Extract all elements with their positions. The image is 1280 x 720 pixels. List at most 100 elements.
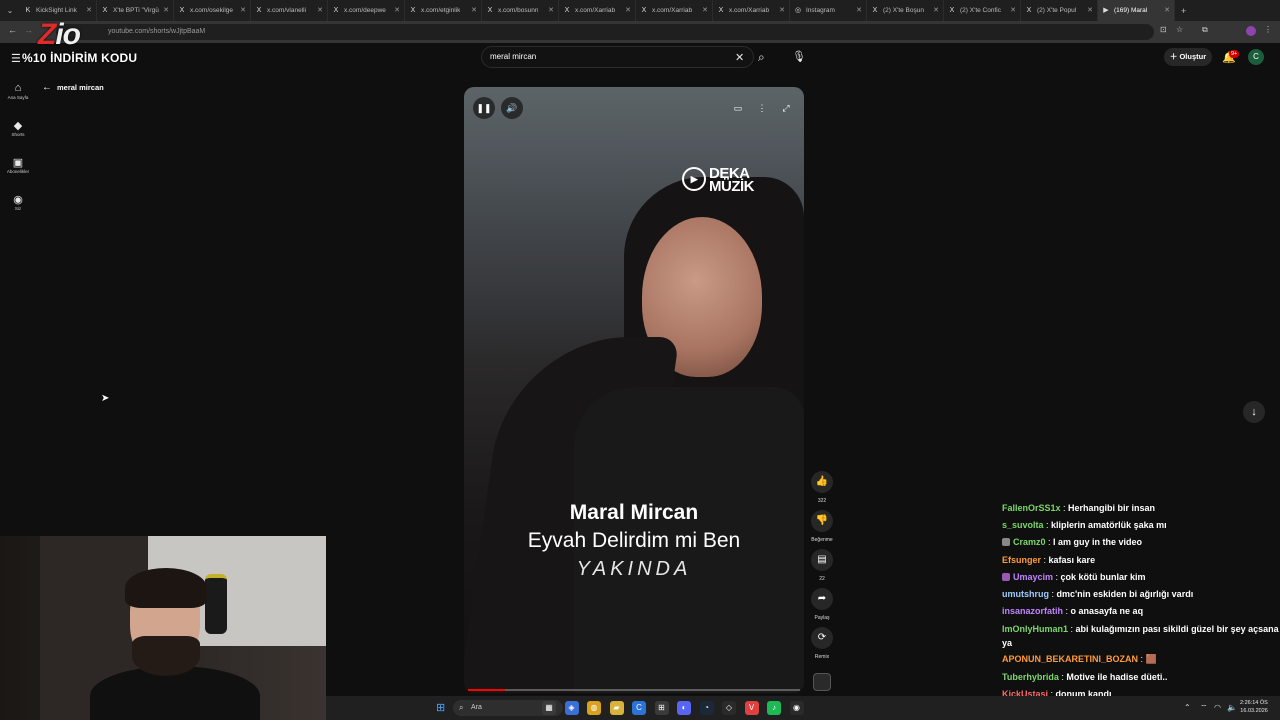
tab-close-icon[interactable]: ✕ [240,6,246,14]
profile-icon[interactable] [1246,26,1256,36]
back-icon[interactable]: ← [8,25,17,35]
chat-username[interactable]: Cramz0 [1013,537,1046,547]
address-bar[interactable]: youtube.com/shorts/wJjtpBaaM [56,24,1154,40]
search-input[interactable]: meral mircan [481,46,754,68]
remix-button[interactable]: ⟳ Remix [809,627,835,660]
chat-text: kliplerin amatörlük şaka mı [1051,520,1167,531]
chat-separator: : [1063,606,1071,617]
rail-item-you[interactable]: ◉ Siz [0,193,36,211]
avatar[interactable]: C [1248,49,1264,65]
chat-username[interactable]: Umaycim [1013,572,1053,582]
grid-icon[interactable]: ⊞ [654,701,669,715]
browser-tab[interactable]: Xx.com/deepwe ✕ [328,0,405,21]
folder-icon[interactable]: ▰ [609,701,624,715]
captions-icon[interactable]: ▭ [727,97,749,119]
next-video-button[interactable]: ↓ [1243,401,1265,423]
chat-username[interactable]: APONUN_BEKARETINI_BOZAN [1002,654,1138,664]
browser-tab[interactable]: ◎ Instagram ✕ [790,0,867,21]
search-icon[interactable]: ⌕ [758,50,765,65]
back-to-search[interactable]: ← meral mircan [42,82,104,93]
tab-close-icon[interactable]: ✕ [394,6,400,14]
extensions-icon[interactable]: ⧉ [1202,25,1208,35]
browser-tab[interactable]: Xx.com/etginlik ✕ [405,0,482,21]
tab-close-icon[interactable]: ✕ [471,6,477,14]
create-button[interactable]: ＋ Oluştur [1164,48,1212,66]
new-tab-icon[interactable]: + [1181,6,1186,16]
share-button[interactable]: ➦ Paylaş [809,588,835,621]
fullscreen-icon[interactable]: ⤢ [775,97,797,119]
rail-item-home[interactable]: ⌂ Ana Sayfa [0,82,36,100]
browser-tab[interactable]: Xx.com/Xarriab ✕ [559,0,636,21]
browser-tab[interactable]: X (2) X'te Confic ✕ [944,0,1021,21]
chat-username[interactable]: FallenOrSS1x [1002,503,1061,513]
steam-icon[interactable]: ◔ [699,701,714,715]
dislike-button[interactable]: 👎 Beğenme [809,510,835,543]
forward-icon[interactable]: → [24,25,33,35]
tab-close-icon[interactable]: ✕ [933,6,939,14]
rail-item-shorts[interactable]: ◆ Shorts [0,119,36,137]
install-icon[interactable]: ⊡ [1160,25,1167,34]
epic-icon[interactable]: ◇ [722,701,736,715]
speaker-icon[interactable]: 🔈 [1227,703,1237,712]
clear-search-icon[interactable]: ✕ [735,51,744,64]
chat-username[interactable]: ImOnlyHuman1 [1002,624,1068,634]
shorts-video-player[interactable]: ❚❚ 🔊 ▭ ⋮ ⤢ ▶ DEKA MÜZİK Maral Mircan Eyv… [464,87,804,693]
spotify-icon[interactable]: ♪ [767,701,781,715]
browser-tab[interactable]: X X'te BPTi "Virgü ✕ [97,0,174,21]
tab-close-icon[interactable]: ✕ [1087,6,1093,14]
chat-username[interactable]: Efsunger [1002,555,1041,565]
comments-button[interactable]: ▤ 22 [809,549,835,582]
microphone-icon[interactable]: 🎙 [792,50,806,63]
tray-chevron-icon[interactable]: ⌃ [1184,703,1191,712]
browser-tab[interactable]: Xx.com/vlanelli ✕ [251,0,328,21]
tab-close-icon[interactable]: ✕ [317,6,323,14]
chat-username[interactable]: umutshrug [1002,589,1049,599]
tab-close-icon[interactable]: ✕ [856,6,862,14]
tab-close-icon[interactable]: ✕ [163,6,169,14]
tab-close-icon[interactable]: ✕ [1164,6,1170,14]
menu-dots-icon[interactable]: ⋮ [1264,25,1272,34]
tab-close-icon[interactable]: ✕ [1010,6,1016,14]
tab-close-icon[interactable]: ✕ [548,6,554,14]
browser-tab[interactable]: Xx.com/osekilge ✕ [174,0,251,21]
chat-username[interactable]: insanazorfatih [1002,606,1063,616]
files-icon[interactable]: ▦ [542,701,556,715]
browser-tab[interactable]: Xx.com/Xarriab ✕ [636,0,713,21]
tab-close-icon[interactable]: ✕ [779,6,785,14]
discord-icon[interactable]: ◐ [677,701,691,715]
chrome-icon[interactable]: ◍ [587,701,601,715]
chat-separator: : [1060,503,1069,513]
volume-icon[interactable]: 🔊 [501,97,523,119]
app-icon[interactable]: ◈ [564,701,579,715]
video-progress-bar[interactable] [468,689,800,691]
star-icon[interactable]: ☆ [1176,25,1183,34]
obs-icon[interactable]: ◉ [789,701,804,715]
rail-item-subscriptions[interactable]: ▣ Abonelikler [0,156,36,174]
browser-tab[interactable]: X (2) X'te Popul ✕ [1021,0,1098,21]
valorant-icon[interactable]: V [744,701,759,715]
tab-close-icon[interactable]: ✕ [702,6,708,14]
windows-start-icon[interactable]: ⊞ [436,702,448,714]
browser-tab[interactable]: ▶ (169) Maral ✕ [1098,0,1175,21]
tab-label: x.com/Xarriab [575,7,616,14]
chat-username[interactable]: s_suvolta [1002,520,1044,530]
channel-avatar[interactable] [813,673,831,691]
browser-tab[interactable]: X (2) X'te Boşun ✕ [867,0,944,21]
like-button[interactable]: 👍 322 [809,471,835,504]
browser-tab[interactable]: Xx.com/bosunn ✕ [482,0,559,21]
tab-close-icon[interactable]: ✕ [625,6,631,14]
hamburger-menu-icon[interactable]: ☰ [11,52,21,65]
wifi-icon[interactable]: ◠ [1214,703,1221,712]
pause-icon[interactable]: ❚❚ [473,97,495,119]
tab-label: (2) X'te Confic [960,7,1001,14]
more-options-icon[interactable]: ⋮ [751,97,773,119]
sponsor-logo-z: Z [38,18,56,51]
taskbar-clock[interactable]: 2:26:14 ÖS 16.03.2026 [1240,699,1268,715]
tab-search-icon[interactable]: ⌄ [0,6,20,15]
browser-tab[interactable]: Xx.com/Xarriab ✕ [713,0,790,21]
chat-username[interactable]: Tuberhybrida [1002,672,1059,682]
tab-close-icon[interactable]: ✕ [86,6,92,14]
network-icon[interactable]: ⌔ [1200,703,1208,713]
tab-label: Instagram [806,7,835,14]
ccleaner-icon[interactable]: C [632,701,646,715]
